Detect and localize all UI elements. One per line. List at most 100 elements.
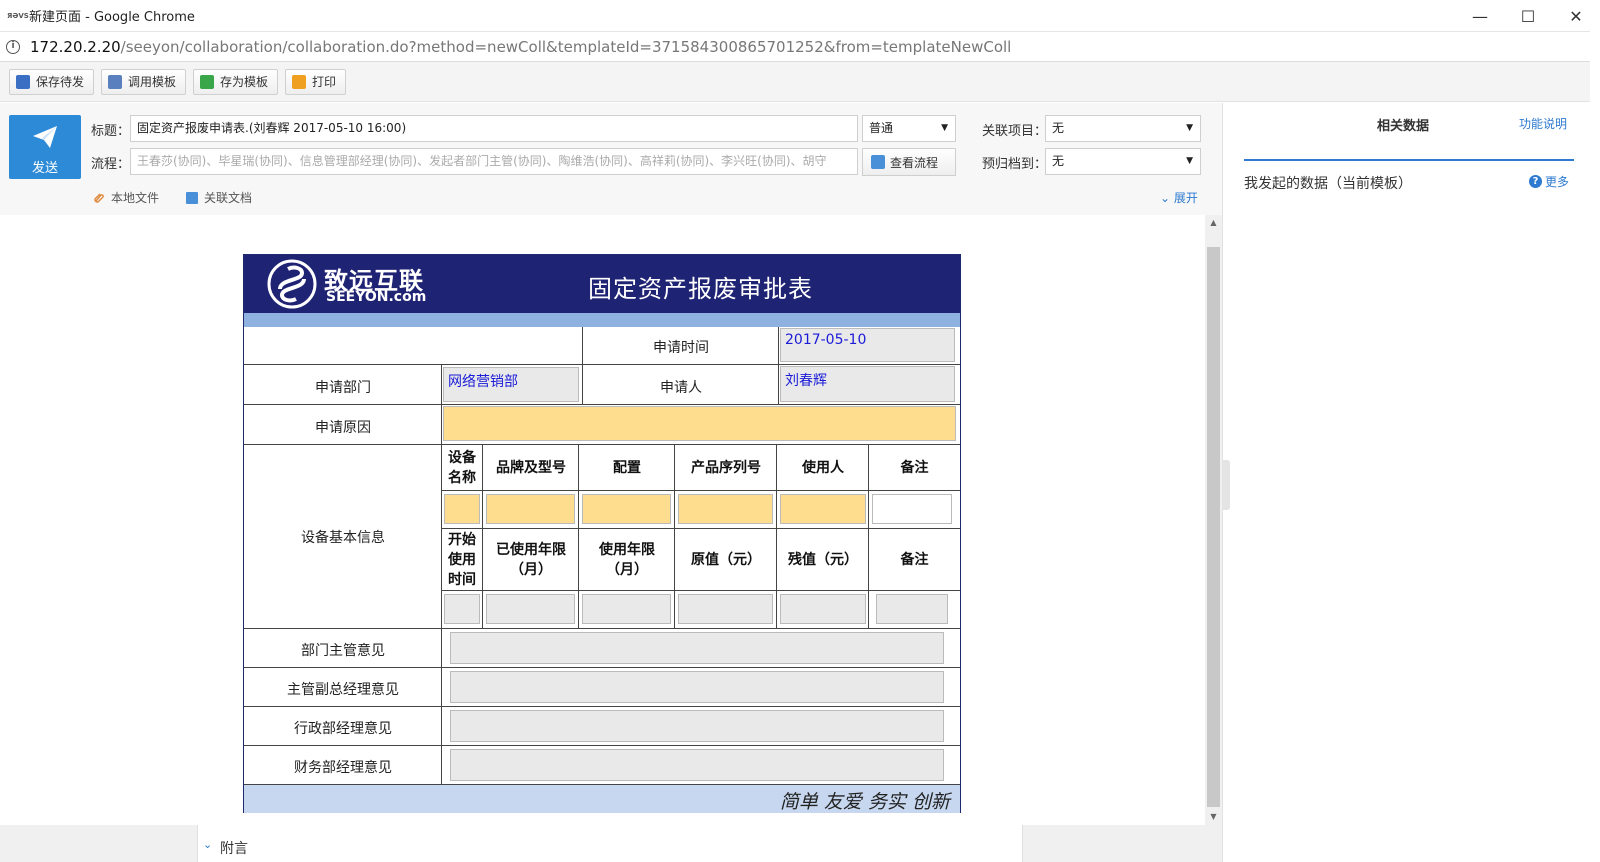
vp-opinion-field — [450, 671, 944, 703]
opinion-label-cell: 主管副总经理意见 — [244, 668, 442, 707]
form-header: 致远互联 SEEYON.com 固定资产报废审批表 — [244, 255, 960, 313]
opinion-cell — [442, 707, 960, 746]
equipment-label: 设备基本信息 — [301, 530, 385, 546]
save-draft-button[interactable]: 保存待发 — [9, 68, 95, 95]
col-header-remark-2: 备注 — [900, 552, 929, 568]
save-as-template-button[interactable]: 存为模板 — [193, 68, 279, 95]
document-icon — [186, 191, 198, 204]
col-header-cell: 已使用年限（月） — [483, 529, 579, 591]
serial-input[interactable] — [678, 494, 773, 524]
input-cell — [869, 591, 960, 629]
vertical-scrollbar[interactable]: ▲ ▼ — [1205, 215, 1222, 825]
more-label: 更多 — [1545, 175, 1570, 189]
apply-time-label-cell: 申请时间 — [583, 327, 779, 365]
form-footer: 简单 友爱 务实 创新 — [244, 785, 960, 813]
postscript-label: 附言 — [220, 841, 248, 857]
dropdown-arrow-icon: ▼ — [941, 123, 948, 133]
local-file-button[interactable]: 本地文件 — [93, 189, 159, 206]
input-cell — [579, 591, 675, 629]
print-button[interactable]: 打印 — [285, 68, 347, 95]
send-button[interactable]: 发送 — [9, 115, 81, 179]
input-cell — [579, 491, 675, 529]
use-template-button[interactable]: 调用模板 — [101, 68, 187, 95]
save-draft-label: 保存待发 — [36, 75, 85, 89]
admin-manager-opinion-field — [450, 710, 944, 742]
minimize-button[interactable]: — — [1456, 0, 1504, 32]
view-flow-label: 查看流程 — [890, 155, 939, 170]
col-header-cell: 设备名称 — [442, 445, 483, 491]
col-header-cell: 配置 — [579, 445, 675, 491]
device-name-input[interactable] — [444, 494, 480, 524]
apply-time-label: 申请时间 — [653, 340, 709, 356]
reason-field[interactable] — [443, 406, 956, 441]
col-header-cell: 品牌及型号 — [483, 445, 579, 491]
col-header-cell: 使用人 — [777, 445, 869, 491]
panel-divider — [1244, 159, 1574, 161]
opinion-cell — [442, 668, 960, 707]
view-flow-button[interactable]: 查看流程 — [862, 148, 956, 176]
form-title: 固定资产报废审批表 — [588, 275, 813, 303]
col-header-start-date: 开始使用时间 — [448, 532, 476, 588]
more-link[interactable]: ? 更多 — [1529, 173, 1569, 190]
scroll-down-icon[interactable]: ▼ — [1205, 809, 1222, 825]
template-icon — [108, 74, 123, 89]
local-file-label: 本地文件 — [111, 191, 160, 205]
subject-input[interactable]: 固定资产报废申请表.(刘春辉 2017-05-10 16:00) — [130, 115, 858, 142]
dropdown-arrow-icon: ▼ — [1186, 156, 1193, 166]
panel-splitter[interactable] — [1222, 460, 1230, 510]
url-host[interactable]: 172.20.2.20 — [30, 38, 121, 56]
user-input[interactable] — [780, 494, 866, 524]
opinion-label-cell: 行政部经理意见 — [244, 707, 442, 746]
input-cell — [777, 591, 869, 629]
col-header-device-name: 设备名称 — [448, 450, 476, 486]
print-label: 打印 — [312, 75, 337, 89]
related-project-select[interactable]: 无 ▼ — [1045, 115, 1201, 142]
apply-time-field: 2017-05-10 — [780, 328, 955, 362]
related-data-panel: 相关数据 功能说明 我发起的数据（当前模板） ? 更多 — [1222, 103, 1600, 862]
site-info-icon[interactable]: i — [6, 39, 20, 54]
window-edge — [1590, 0, 1600, 862]
archive-label: 预归档到： — [982, 157, 1048, 172]
col-header-cell: 备注 — [869, 445, 960, 491]
window-titlebar: ЯƏVS 新建页面 - Google Chrome — ☐ ✕ — [0, 0, 1600, 32]
save-as-template-label: 存为模板 — [220, 75, 269, 89]
reason-label: 申请原因 — [315, 420, 371, 436]
col-header-cell: 使用年限（月） — [579, 529, 675, 591]
dept-manager-opinion-label: 部门主管意见 — [301, 643, 385, 659]
config-input[interactable] — [582, 494, 671, 524]
dept-cell: 网络营销部 — [442, 365, 583, 405]
applicant-field: 刘春辉 — [780, 366, 955, 402]
window-title: 新建页面 - Google Chrome — [29, 10, 195, 25]
col-header-cell: 开始使用时间 — [442, 529, 483, 591]
logo-text-en: SEEYON.com — [326, 289, 427, 305]
scroll-up-icon[interactable]: ▲ — [1205, 215, 1222, 231]
paper-plane-icon — [33, 126, 57, 148]
address-bar[interactable]: i 172.20.2.20 /seeyon/collaboration/coll… — [0, 32, 1600, 62]
app-favicon-icon: ЯƏVS — [7, 11, 29, 20]
expand-button[interactable]: ⌄ 展开 — [1160, 189, 1198, 206]
equipment-label-cell: 设备基本信息 — [244, 445, 442, 629]
opinion-cell — [442, 629, 960, 668]
related-doc-label: 关联文档 — [204, 191, 253, 205]
col-header-original-value: 原值（元） — [691, 552, 761, 568]
opinion-label-cell: 财务部经理意见 — [244, 746, 442, 785]
maximize-button[interactable]: ☐ — [1504, 0, 1552, 32]
scrollbar-thumb[interactable] — [1207, 247, 1220, 807]
input-cell — [483, 491, 579, 529]
archive-select[interactable]: 无 ▼ — [1045, 148, 1201, 175]
input-cell — [442, 591, 483, 629]
col-header-config: 配置 — [613, 460, 641, 476]
remark-input-1[interactable] — [872, 494, 952, 524]
flow-input[interactable]: 王春莎(协同)、毕星瑞(协同)、信息管理部经理(协同)、发起者部门主管(协同)、… — [130, 148, 858, 175]
dept-label: 申请部门 — [315, 380, 371, 396]
url-path[interactable]: /seeyon/collaboration/collaboration.do?m… — [121, 38, 1012, 56]
brand-input[interactable] — [486, 494, 575, 524]
related-doc-button[interactable]: 关联文档 — [186, 189, 252, 206]
postscript-toggle[interactable]: ⌄ 附言 — [197, 825, 1023, 862]
function-help-link[interactable]: 功能说明 — [1519, 115, 1567, 132]
flow-label: 流程： — [91, 157, 131, 172]
priority-select[interactable]: 普通 ▼ — [862, 115, 956, 142]
dept-label-cell: 申请部门 — [244, 365, 442, 405]
expand-label: 展开 — [1173, 191, 1198, 205]
form-header-band — [244, 313, 960, 327]
